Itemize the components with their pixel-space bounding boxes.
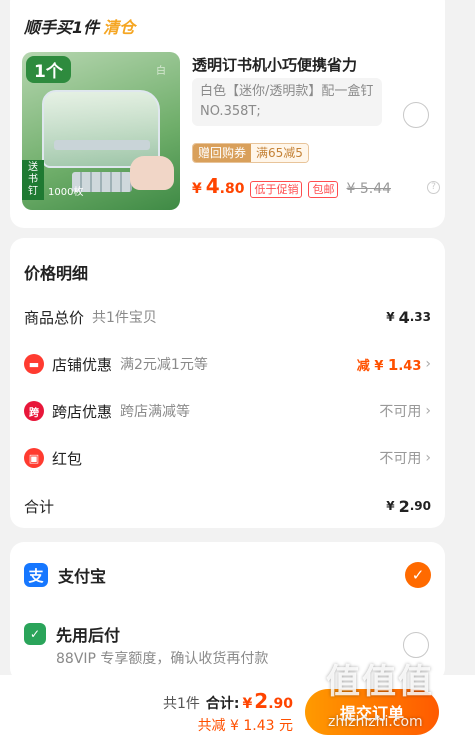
total-saved: 共减 ¥ 1.43 元 [197,718,293,734]
hand-illustration [130,156,174,190]
payment-card: 支 支付宝 ✓ ✓ 先用后付 88VIP 专享额度，确认收货再付款 [10,542,445,682]
coupon-badge: 赠回购券 满65减5 [192,143,309,163]
price-row: ¥4.80 低于促销 包邮 ¥ 5.44 [192,174,391,198]
submit-order-button[interactable]: 提交订单 [305,689,439,735]
cross-store-value: 不可用 [379,404,422,420]
product-title[interactable]: 透明订书机小巧便携省力 [192,54,357,75]
row-shop-discount[interactable]: ▬ 店铺优惠 满2元减1元等 减 ¥ 1.43 › [24,352,431,376]
subtotal-value: ¥2.90 [386,496,431,516]
clearance-label: 清仓 [103,18,136,37]
pay-later-radio[interactable] [403,632,429,658]
row-subtotal: 合计 ¥2.90 [24,496,431,516]
quantity-badge: 1个 [26,56,71,83]
help-icon[interactable]: ? [427,181,440,194]
row-red-packet[interactable]: ▣ 红包 不可用 › [24,446,431,470]
red-packet-icon: ▣ [24,448,44,468]
product-spec[interactable]: 白色【迷你/透明款】配一盒钉 NO.358T; [192,78,382,126]
alipay-icon: 支 [24,563,48,587]
coupon-left: 赠回购券 [193,144,252,162]
brand-mark: 白 [156,66,166,77]
below-promo-tag: 低于促销 [250,181,303,198]
checkout-totals: 共1件 合计: ¥2.90 共减 ¥ 1.43 元 [163,689,293,735]
pay-later-subtitle: 88VIP 专享额度，确认收货再付款 [56,651,269,667]
row-cross-store[interactable]: 跨 跨店优惠 跨店满减等 不可用 › [24,399,431,423]
shop-discount-icon: ▬ [24,354,44,374]
promo-header-prefix: 顺手买1件 [24,18,100,37]
total-label: 合计: [205,696,240,712]
original-price: ¥ 5.44 [346,181,392,197]
coupon-right: 满65减5 [251,144,308,162]
item-count: 共1件 [162,696,200,712]
pay-later-label: 先用后付 [56,626,121,645]
chevron-right-icon: › [425,450,431,466]
product-select-radio[interactable] [403,102,429,128]
price-detail-title: 价格明细 [24,264,89,283]
free-shipping-tag: 包邮 [308,181,339,198]
product-image[interactable]: 白 1个 送书钉 1000枚 [22,52,180,210]
chevron-right-icon: › [425,356,431,372]
row-goods-total: 商品总价 共1件宝贝 ¥4.33 [24,307,431,327]
gift-badge: 送书钉 [22,160,44,200]
promo-header: 顺手买1件 清仓 [24,14,135,38]
cross-store-icon: 跨 [24,401,44,421]
alipay-label: 支付宝 [58,567,107,586]
current-price: ¥4.80 [192,174,245,198]
payment-option-alipay[interactable]: 支 支付宝 ✓ [24,562,431,588]
checked-icon[interactable]: ✓ [405,562,431,588]
total-amount: ¥2.90 [242,689,293,713]
goods-total-value: ¥4.33 [386,307,431,327]
checkout-bar: 共1件 合计: ¥2.90 共减 ¥ 1.43 元 提交订单 [0,675,475,740]
price-detail-card: 价格明细 商品总价 共1件宝贝 ¥4.33 ▬ 店铺优惠 满2元减1元等 减 ¥… [10,238,445,528]
chevron-right-icon: › [425,403,431,419]
shop-discount-value: 减 ¥ 1.43 [356,355,422,374]
product-card: 顺手买1件 清仓 白 1个 送书钉 1000枚 透明订书机小巧便携省力 白色【迷你… [10,0,445,228]
pay-later-icon: ✓ [24,623,46,645]
gift-count: 1000枚 [48,187,84,198]
payment-option-pay-later[interactable]: ✓ 先用后付 [24,622,431,646]
red-packet-value: 不可用 [379,451,422,467]
